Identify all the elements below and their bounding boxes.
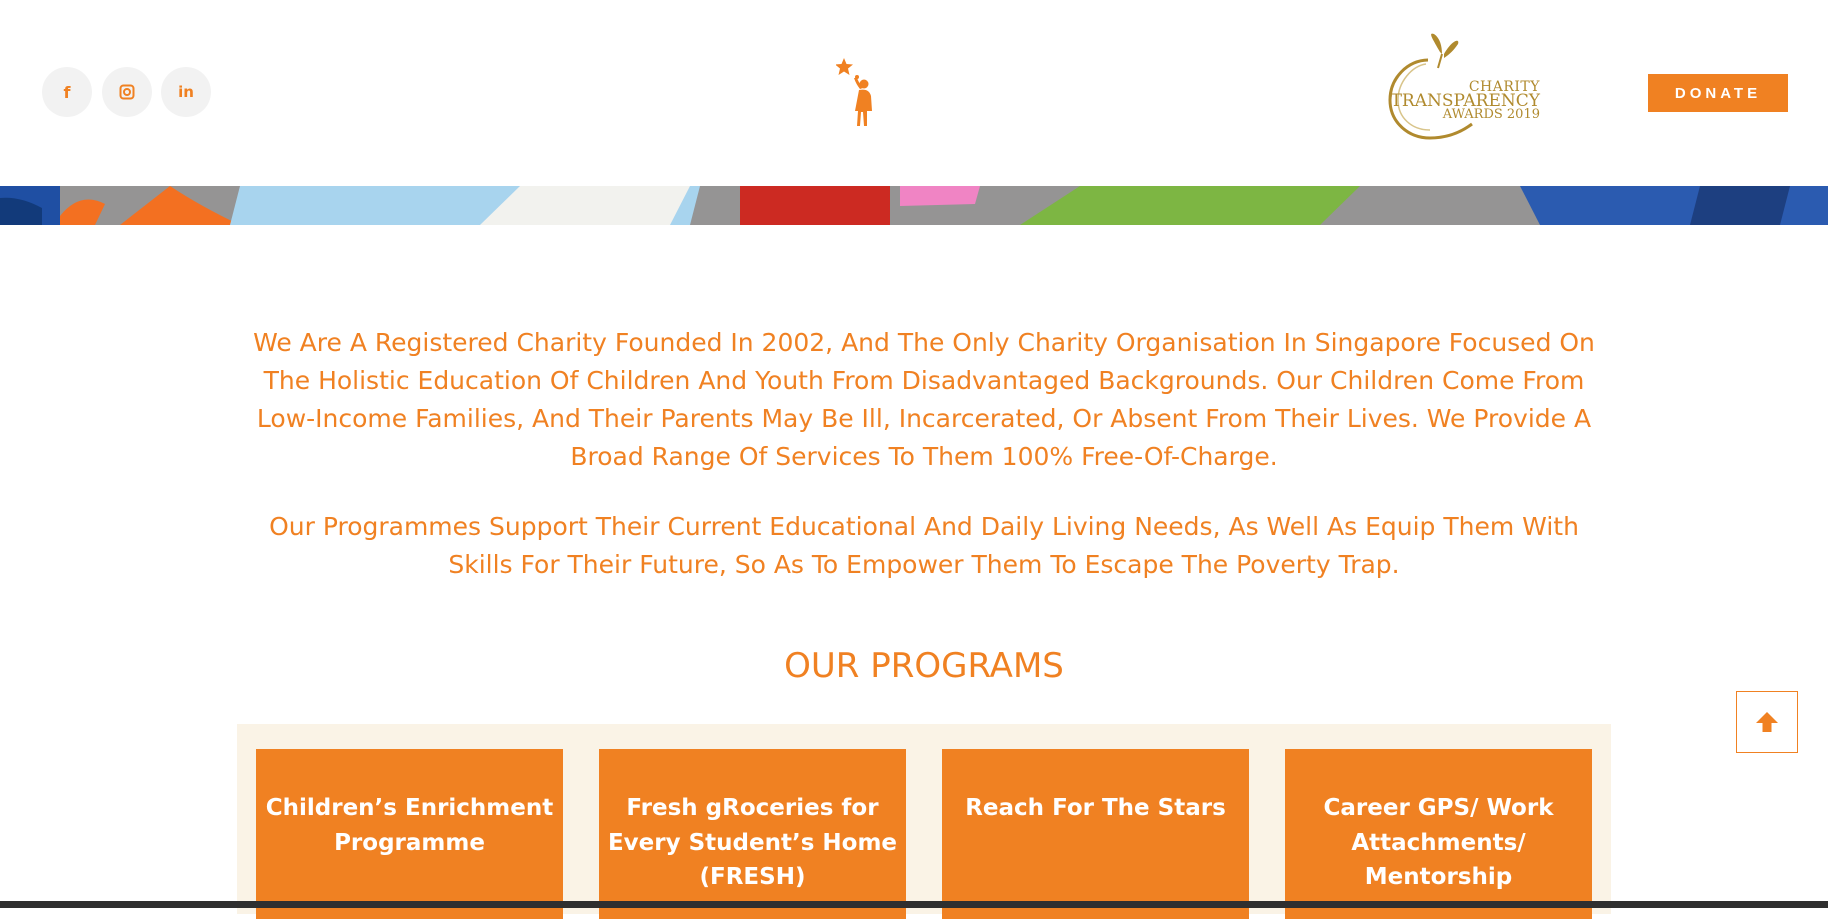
hero-banner-image (0, 186, 1828, 225)
facebook-icon[interactable]: f (42, 67, 92, 117)
program-card-reach-for-the-stars[interactable]: Reach For The Stars (942, 749, 1249, 919)
site-logo-icon[interactable] (836, 56, 884, 128)
program-card-career-gps[interactable]: Career GPS/ Work Attachments/ Mentorship (1285, 749, 1592, 919)
award-text: CHARITY TRANSPARENCY AWARDS 2019 (1390, 80, 1540, 122)
intro-paragraph-2: Our Programmes Support Their Current Edu… (269, 512, 1579, 579)
scroll-to-top-button[interactable] (1736, 691, 1798, 753)
linkedin-icon[interactable]: in (161, 67, 211, 117)
bottom-image-strip (0, 901, 1828, 908)
arrow-up-icon (1756, 712, 1778, 732)
intro-text: We Are A Registered Charity Founded In 2… (250, 324, 1598, 616)
donate-button[interactable]: DONATE (1648, 74, 1788, 112)
program-card-fresh[interactable]: Fresh gRoceries for Every Student’s Home… (599, 749, 906, 919)
program-card-childrens-enrichment[interactable]: Children’s Enrichment Programme (256, 749, 563, 919)
site-header: f in CHARITY TRANSPARENCY AWARDS 2019 DO… (0, 0, 1828, 186)
award-line-2: TRANSPARENCY (1390, 91, 1540, 111)
programs-title: OUR PROGRAMS (784, 646, 1064, 686)
intro-paragraph-1: We Are A Registered Charity Founded In 2… (253, 328, 1595, 471)
instagram-icon[interactable] (102, 67, 152, 117)
instagram-glyph-icon (119, 84, 135, 100)
